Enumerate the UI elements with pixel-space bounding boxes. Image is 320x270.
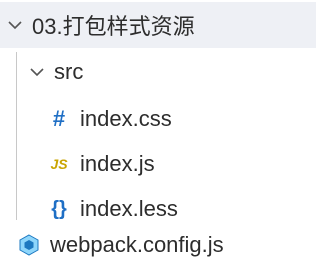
file-label: index.less [80,196,178,221]
webpack-icon [18,234,40,256]
chevron-down-icon[interactable] [6,16,24,34]
file-label: index.js [80,151,155,176]
file-webpack-config[interactable]: webpack.config.js [0,223,316,267]
folder-src[interactable]: src [0,50,316,94]
css-file-icon: # [52,106,66,131]
file-index-js[interactable]: JS index.js [0,142,316,186]
folder-root[interactable]: 03.打包样式资源 [0,2,316,48]
folder-src-label: src [54,59,84,84]
less-file-icon: {} [51,197,67,220]
folder-root-label: 03.打包样式资源 [32,14,195,39]
file-label: index.css [80,106,172,131]
file-label: webpack.config.js [50,232,224,257]
js-file-icon: JS [50,156,68,172]
chevron-down-icon[interactable] [28,63,46,81]
explorer-tree: 03.打包样式资源 src # index.css JS index.js {}… [0,0,316,270]
file-index-css[interactable]: # index.css [0,97,316,141]
